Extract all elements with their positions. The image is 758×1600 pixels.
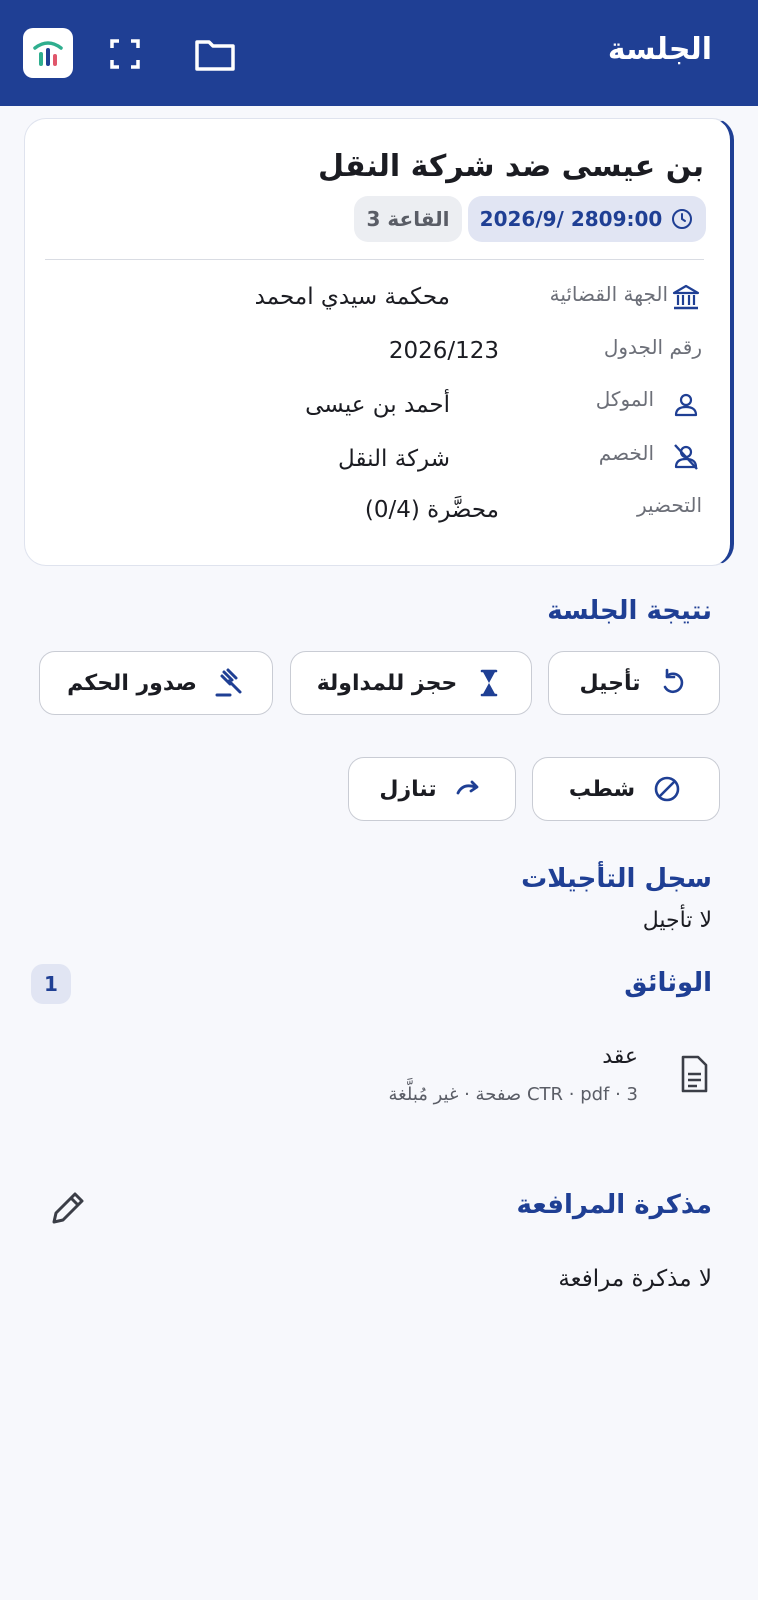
documents-count-badge: 1 [31,964,71,1004]
court-building-icon [670,281,702,313]
page-title: الجلسة [607,32,712,67]
document-item[interactable]: عقد CTR · pdf · 3 صفحة · غير مُبلَّغة [330,1036,730,1126]
document-meta: CTR · pdf · 3 صفحة · غير مُبلَّغة [388,1084,638,1105]
document-icon [681,1055,708,1093]
docket-label: رقم الجدول [603,335,702,359]
court-label: الجهة القضائية [549,282,668,306]
verdict-button[interactable]: صدور الحكم [39,651,273,715]
undo-icon [663,668,683,694]
datetime-chip: 2026/9/ 2809:00 [468,196,706,242]
person-icon [670,389,702,421]
folder-icon[interactable] [193,32,237,76]
postpone-label: تأجيل [579,670,641,696]
app-bar: الجلسة [0,0,758,106]
documents-title: الوثائق [624,968,712,998]
client-value: أحمد بن عيسى [305,392,450,418]
waiver-label: تنازل [379,776,437,802]
postponements-title: سجل التأجيلات [521,864,712,894]
app-logo-icon[interactable] [23,28,73,78]
clock-icon [672,209,693,229]
datetime-text: 2026/9/ 2809:00 [479,207,663,231]
case-title: بن عيسى ضد شركة النقل [318,149,704,184]
postpone-button[interactable]: تأجيل [548,651,720,715]
person-off-icon [670,441,702,473]
block-icon [654,776,680,802]
fullscreen-icon[interactable] [103,32,147,76]
divider [45,259,704,260]
waiver-button[interactable]: تنازل [348,757,516,821]
room-chip: القاعة 3 [354,196,462,242]
memo-title: مذكرة المرافعة [516,1190,712,1220]
strike-button[interactable]: شطب [532,757,720,821]
deliberation-label: حجز للمداولة [316,670,458,696]
document-name: عقد [602,1044,638,1069]
postponements-empty: لا تأجيل [642,908,712,933]
memo-empty: لا مذكرة مرافعة [558,1266,712,1292]
preparation-label: التحضير [636,493,702,517]
gavel-icon [215,668,242,697]
strike-label: شطب [568,776,636,802]
redo-icon [456,780,479,795]
opponent-value: شركة النقل [338,446,450,472]
hourglass-icon [480,669,498,697]
edit-memo-button[interactable] [44,1184,92,1232]
court-value: محكمة سيدي امحمد [254,284,450,310]
opponent-label: الخصم [598,441,654,465]
pencil-icon [52,1192,84,1224]
preparation-value: محضَّرة (0/4) [364,497,499,523]
client-label: الموكل [595,387,654,411]
docket-value: 2026/123 [388,338,499,364]
hearing-card[interactable]: بن عيسى ضد شركة النقل 2026/9/ 2809:00 ال… [24,118,734,566]
outcome-title: نتيجة الجلسة [547,596,712,626]
deliberation-button[interactable]: حجز للمداولة [290,651,532,715]
verdict-label: صدور الحكم [67,670,197,696]
